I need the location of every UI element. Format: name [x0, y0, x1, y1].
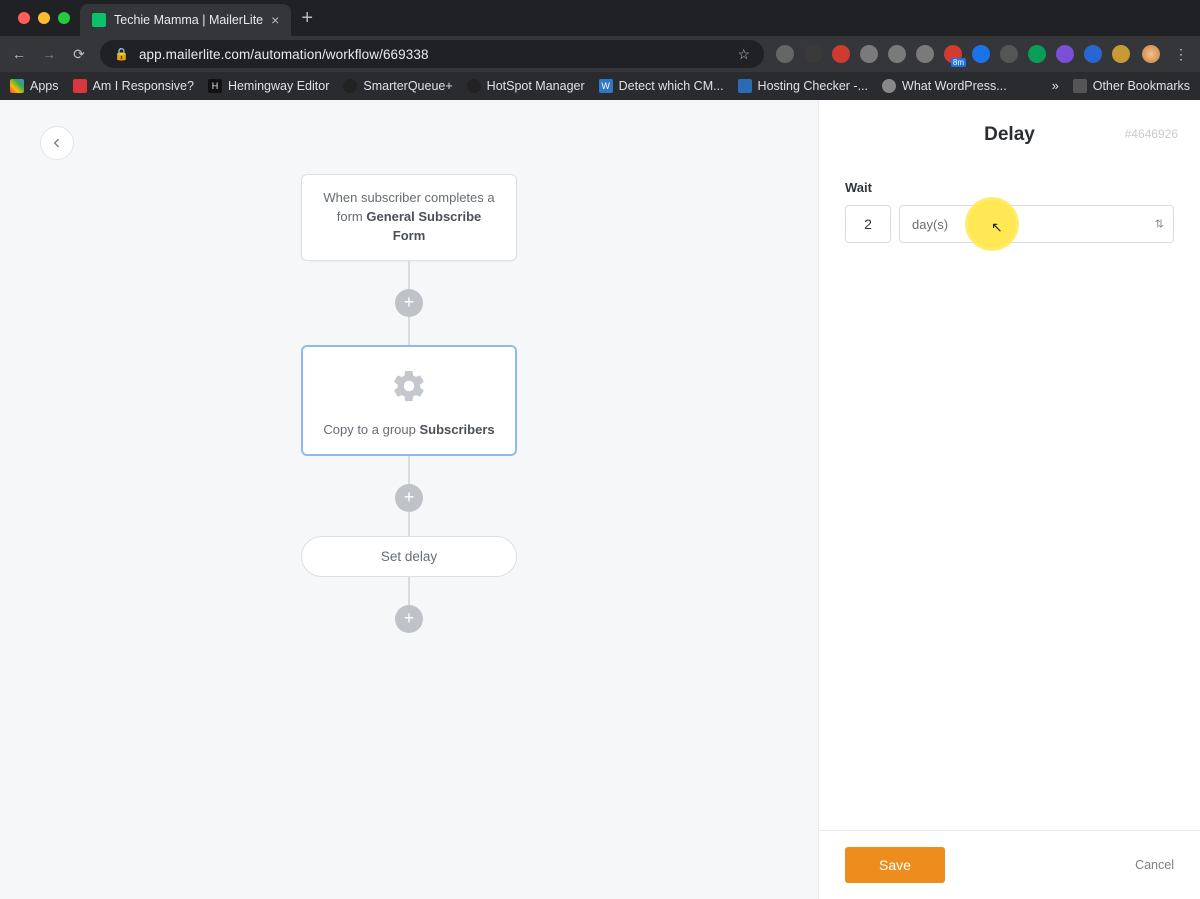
- panel-id: #4646926: [1125, 127, 1178, 141]
- extensions-row: 8m: [776, 45, 1130, 63]
- ext-icon[interactable]: [1028, 45, 1046, 63]
- url-text: app.mailerlite.com/automation/workflow/6…: [139, 47, 429, 62]
- ext-icon[interactable]: [804, 45, 822, 63]
- other-bookmarks[interactable]: Other Bookmarks: [1073, 79, 1190, 93]
- ext-icon[interactable]: [860, 45, 878, 63]
- bookmark-item[interactable]: Hosting Checker -...: [738, 79, 868, 93]
- workflow-canvas[interactable]: When subscriber completes a form General…: [0, 100, 818, 899]
- ext-icon[interactable]: [1084, 45, 1102, 63]
- wait-label: Wait: [845, 180, 1174, 195]
- action-group-name: Subscribers: [419, 422, 494, 437]
- bookmarks-overflow[interactable]: »: [1052, 79, 1059, 93]
- delay-node[interactable]: Set delay: [301, 536, 517, 577]
- ext-icon[interactable]: [916, 45, 934, 63]
- add-step-button[interactable]: +: [395, 484, 423, 512]
- tab-close-icon[interactable]: ×: [271, 12, 279, 28]
- bookmark-item[interactable]: HHemingway Editor: [208, 79, 329, 93]
- ext-icon[interactable]: [776, 45, 794, 63]
- arrow-left-icon: [50, 136, 64, 150]
- ext-icon[interactable]: 8m: [944, 45, 962, 63]
- panel-footer: Save Cancel: [819, 830, 1200, 899]
- bookmark-item[interactable]: WDetect which CM...: [599, 79, 724, 93]
- tab-title: Techie Mamma | MailerLite: [114, 13, 263, 27]
- ext-icon[interactable]: [888, 45, 906, 63]
- ext-icon[interactable]: [832, 45, 850, 63]
- wait-value-input[interactable]: [845, 205, 891, 243]
- trigger-form-name: General Subscribe Form: [366, 209, 481, 243]
- save-button[interactable]: Save: [845, 847, 945, 883]
- ext-icon[interactable]: [1056, 45, 1074, 63]
- add-step-button[interactable]: +: [395, 289, 423, 317]
- nav-back-icon[interactable]: ←: [10, 46, 28, 62]
- connector-line: [408, 512, 410, 536]
- delay-label: Set delay: [381, 549, 437, 564]
- lock-icon: 🔒: [114, 47, 129, 61]
- browser-tab[interactable]: Techie Mamma | MailerLite ×: [80, 4, 291, 36]
- nav-forward-icon[interactable]: →: [40, 46, 58, 62]
- connector-line: [408, 317, 410, 345]
- bookmark-item[interactable]: HotSpot Manager: [467, 79, 585, 93]
- wait-unit-select[interactable]: day(s): [899, 205, 1174, 243]
- trigger-node[interactable]: When subscriber completes a form General…: [301, 174, 517, 261]
- browser-titlebar: Techie Mamma | MailerLite × +: [0, 0, 1200, 36]
- address-bar[interactable]: 🔒 app.mailerlite.com/automation/workflow…: [100, 40, 764, 68]
- browser-toolbar: ← → ⟳ 🔒 app.mailerlite.com/automation/wo…: [0, 36, 1200, 72]
- browser-menu-icon[interactable]: ⋮: [1172, 46, 1190, 63]
- connector-line: [408, 261, 410, 289]
- window-close-icon[interactable]: [18, 12, 30, 24]
- panel-header: Delay #4646926: [819, 100, 1200, 164]
- ext-icon[interactable]: [1000, 45, 1018, 63]
- bookmark-item[interactable]: SmarterQueue+: [343, 79, 452, 93]
- action-node[interactable]: Copy to a group Subscribers: [301, 345, 517, 456]
- window-traffic-lights: [8, 12, 80, 36]
- side-panel: Delay #4646926 Wait day(s) ⇅ ↖: [818, 100, 1200, 899]
- connector-line: [408, 456, 410, 484]
- connector-line: [408, 577, 410, 605]
- ext-icon[interactable]: [972, 45, 990, 63]
- new-tab-button[interactable]: +: [291, 7, 325, 36]
- star-icon[interactable]: ☆: [737, 46, 750, 63]
- tab-favicon-icon: [92, 13, 106, 27]
- add-step-button[interactable]: +: [395, 605, 423, 633]
- bookmark-item[interactable]: Am I Responsive?: [73, 79, 194, 93]
- action-text: Copy to a group: [323, 422, 419, 437]
- back-button[interactable]: [40, 126, 74, 160]
- profile-avatar-icon[interactable]: [1142, 45, 1160, 63]
- window-minimize-icon[interactable]: [38, 12, 50, 24]
- nav-reload-icon[interactable]: ⟳: [70, 46, 88, 63]
- cancel-link[interactable]: Cancel: [1135, 858, 1174, 872]
- apps-bookmark[interactable]: Apps: [10, 79, 59, 93]
- bookmarks-bar: Apps Am I Responsive? HHemingway Editor …: [0, 72, 1200, 100]
- gear-icon: [391, 368, 427, 404]
- ext-icon[interactable]: [1112, 45, 1130, 63]
- window-zoom-icon[interactable]: [58, 12, 70, 24]
- bookmark-item[interactable]: What WordPress...: [882, 79, 1007, 93]
